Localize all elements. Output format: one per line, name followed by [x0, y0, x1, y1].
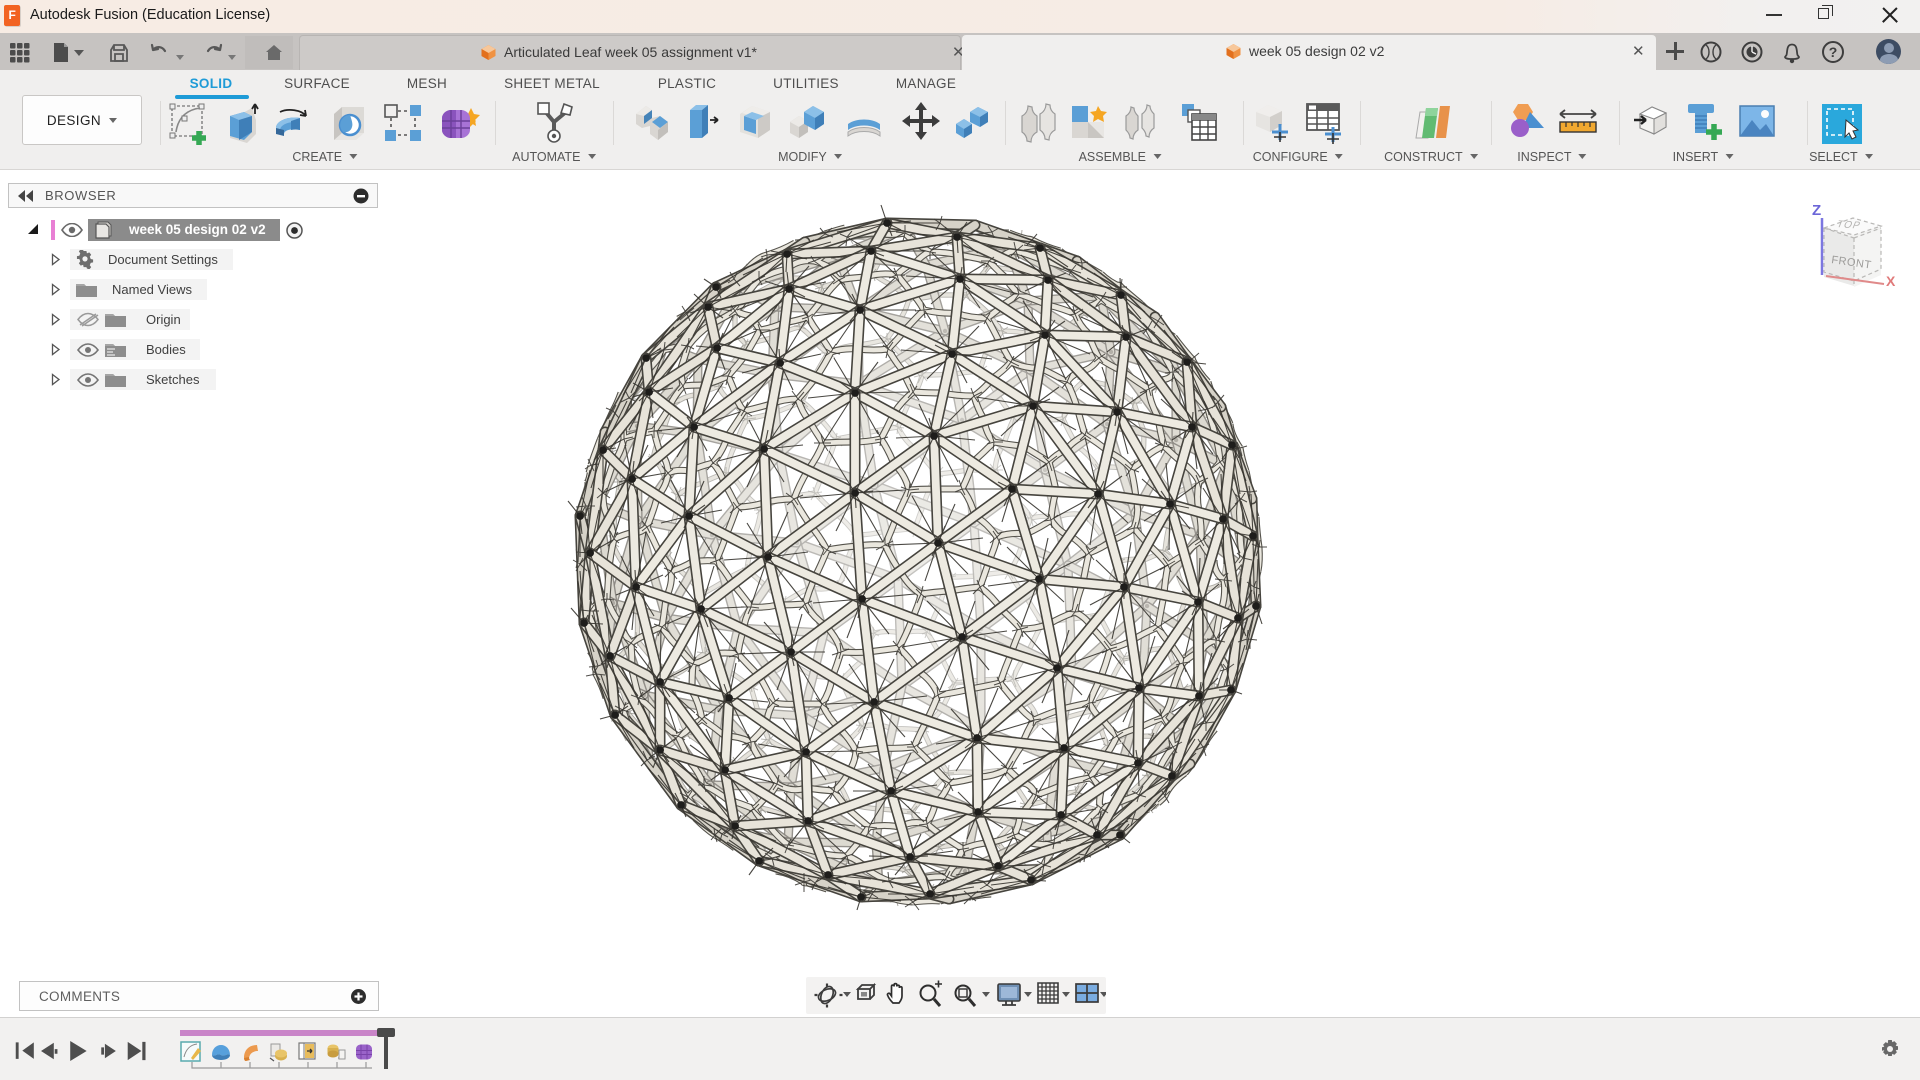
svg-text:?: ? [1829, 44, 1838, 60]
svg-text:TOP: TOP [1835, 219, 1863, 231]
svg-text:Z: Z [1812, 202, 1821, 219]
svg-text:X: X [1886, 273, 1896, 289]
